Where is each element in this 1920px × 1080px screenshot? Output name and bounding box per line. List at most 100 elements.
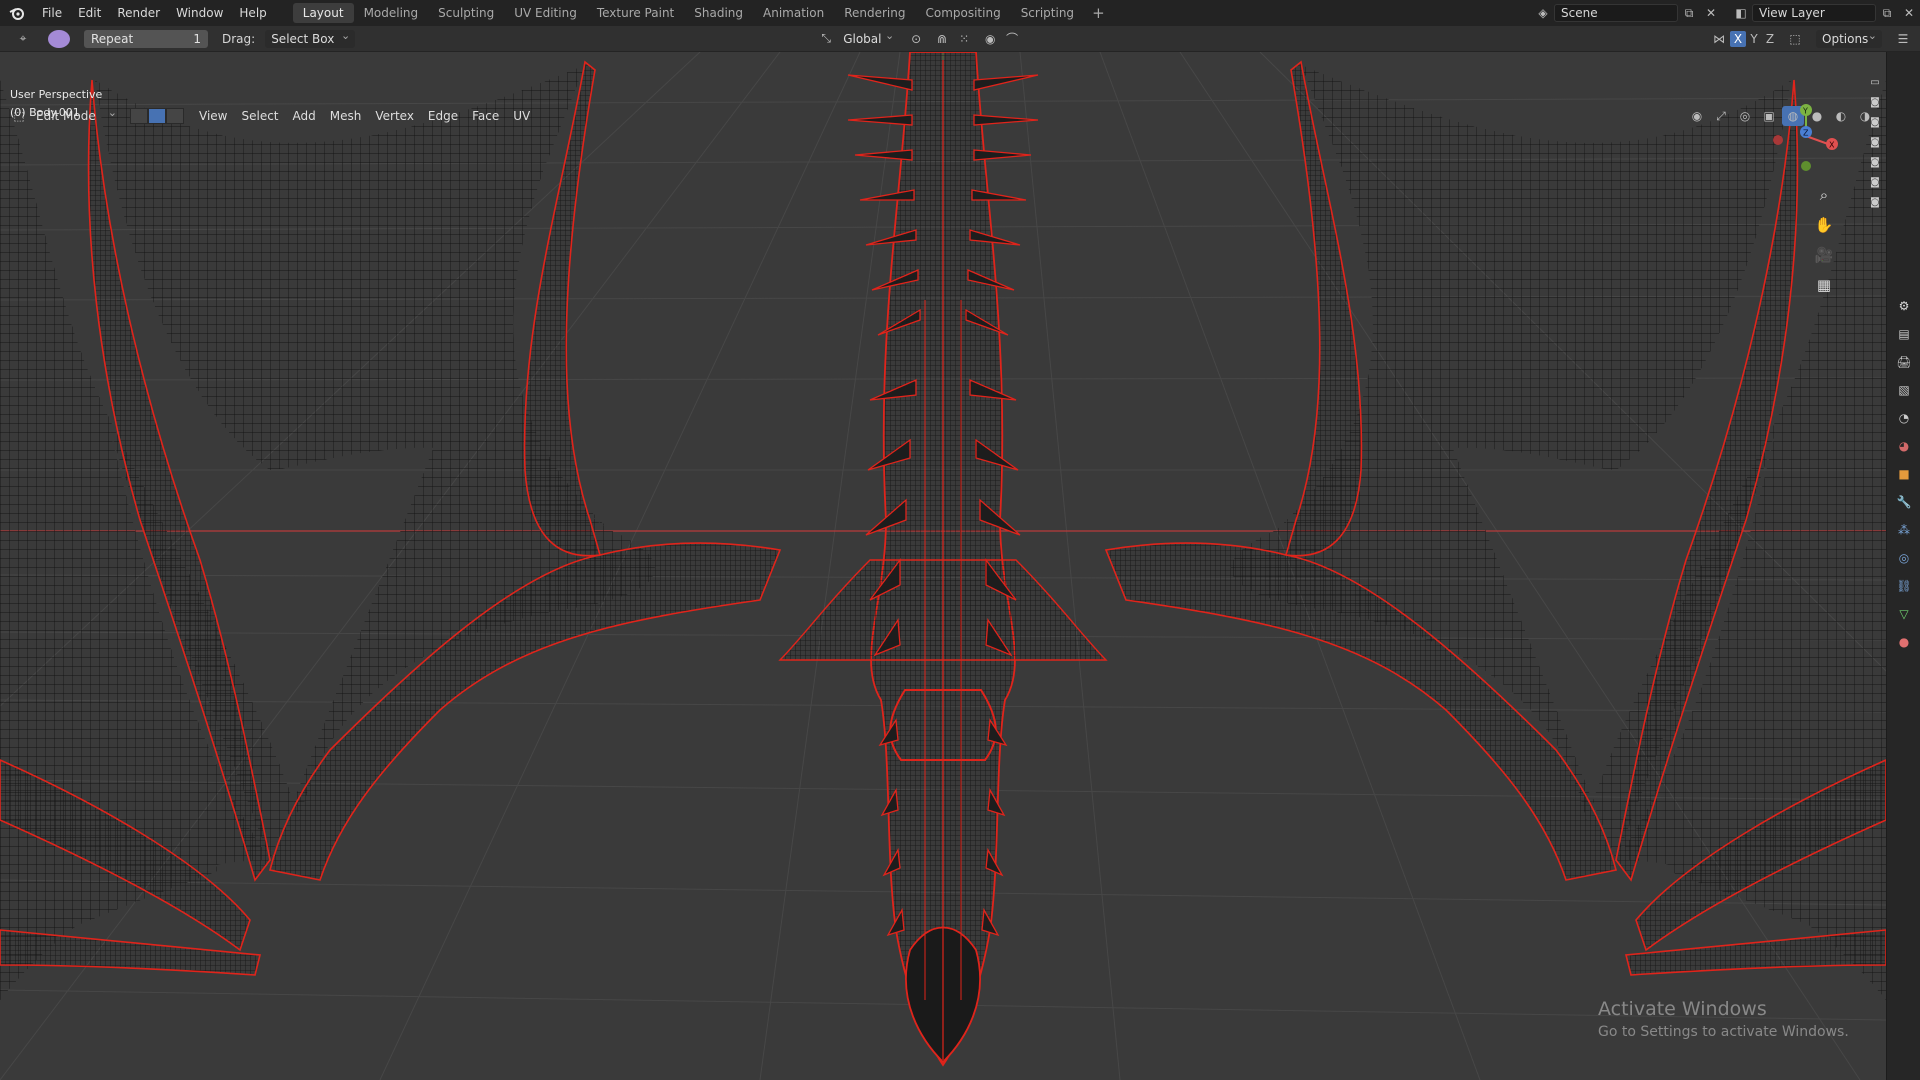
pan-hand-icon[interactable]: ✋ [1810, 212, 1838, 238]
tab-texture-paint[interactable]: Texture Paint [587, 3, 684, 23]
axis-x-toggle[interactable]: X [1730, 30, 1746, 47]
tab-rendering[interactable]: Rendering [834, 3, 915, 23]
edge-select-icon[interactable] [148, 108, 166, 124]
gizmo-neg-y[interactable] [1801, 161, 1811, 171]
3d-viewport[interactable]: ⬚ Edit Mode View Select Add Mesh Vertex … [0, 52, 1886, 1080]
visibility-icon[interactable]: ◉ [1686, 106, 1708, 126]
tab-uv-editing[interactable]: UV Editing [504, 3, 587, 23]
properties-tab-strip: ⚙ ▤ 🖨 ▧ ◔ ◕ ■ 🔧 ⁂ ◎ ⛓ ▽ ● [1886, 52, 1920, 1080]
constraint-properties-icon[interactable]: ⛓ [1887, 572, 1920, 600]
repeat-label: Repeat [91, 31, 134, 46]
view-layer-properties-icon[interactable]: ▧ [1887, 376, 1920, 404]
menu-help[interactable]: Help [231, 0, 274, 26]
camera-view-icon[interactable]: 🎥 [1810, 242, 1838, 268]
view-layer-selector-icon[interactable]: ◧ [1730, 3, 1752, 23]
transform-orientation-icon[interactable]: ⤡ [815, 29, 837, 49]
modifier-properties-icon[interactable]: 🔧 [1887, 488, 1920, 516]
axis-z-toggle[interactable]: Z [1762, 29, 1778, 49]
new-scene-icon[interactable]: ⧉ [1678, 3, 1700, 23]
menu-view[interactable]: View [192, 105, 234, 127]
camera-restrict-icon[interactable]: ▭ [1864, 72, 1886, 92]
menu-add[interactable]: Add [286, 105, 323, 127]
scene-selector-icon[interactable]: ◈ [1532, 3, 1554, 23]
physics-properties-icon[interactable]: ◎ [1887, 544, 1920, 572]
tab-sculpting[interactable]: Sculpting [428, 3, 504, 23]
dragon-body [778, 52, 1108, 1067]
drag-label: Drag: [222, 31, 256, 46]
pivot-point-icon[interactable]: ⊙ [905, 29, 927, 49]
menu-uv[interactable]: UV [506, 105, 537, 127]
menu-vertex[interactable]: Vertex [368, 105, 421, 127]
tab-compositing[interactable]: Compositing [915, 3, 1010, 23]
outliner-toggle-icon[interactable]: ☰ [1892, 29, 1914, 49]
add-workspace-button[interactable]: + [1084, 4, 1113, 22]
auto-merge-icon[interactable]: ⬚ [1784, 29, 1806, 49]
falloff-icon[interactable]: ⌒ [1001, 29, 1023, 49]
overlay-toggle-icon[interactable]: ◎ [1734, 106, 1756, 126]
render-visibility-icon-2[interactable]: ◙ [1864, 112, 1886, 132]
object-properties-icon[interactable]: ■ [1887, 460, 1920, 488]
editor-type-icon[interactable]: ⌖ [8, 29, 38, 49]
render-visibility-icon-1[interactable]: ◙ [1864, 92, 1886, 112]
face-select-icon[interactable] [166, 108, 184, 124]
navigation-gizmo[interactable]: Y X Z [1758, 86, 1838, 176]
tab-scripting[interactable]: Scripting [1011, 3, 1084, 23]
output-properties-icon[interactable]: 🖨 [1887, 348, 1920, 376]
render-visibility-icon-3[interactable]: ◙ [1864, 132, 1886, 152]
repeat-button[interactable]: Repeat 1 [84, 29, 208, 48]
zoom-icon[interactable]: ⌕ [1810, 182, 1838, 208]
scene-controls: ◈ Scene ⧉ ✕ ◧ View Layer ⧉ ✕ [1532, 0, 1920, 26]
watermark-title: Activate Windows [1598, 998, 1767, 1020]
menu-edit[interactable]: Edit [70, 0, 109, 26]
viewport-header: ⬚ Edit Mode View Select Add Mesh Vertex … [0, 104, 1886, 128]
render-visibility-icon-6[interactable]: ◙ [1864, 192, 1886, 212]
axis-y-toggle[interactable]: Y [1746, 29, 1762, 49]
orientation-dropdown[interactable]: Global [837, 27, 899, 48]
drag-dropdown[interactable]: Select Box [265, 27, 356, 48]
delete-view-layer-icon[interactable]: ✕ [1898, 3, 1920, 23]
tab-layout[interactable]: Layout [292, 3, 354, 23]
gizmo-z-label: Z [1803, 129, 1809, 138]
menu-window[interactable]: Window [168, 0, 231, 26]
options-dropdown[interactable]: Options [1816, 27, 1882, 48]
menu-mesh[interactable]: Mesh [323, 105, 369, 127]
view-layer-field[interactable]: View Layer [1752, 4, 1876, 22]
particle-properties-icon[interactable]: ⁂ [1887, 516, 1920, 544]
gizmo-y-label: Y [1802, 107, 1808, 116]
top-menu-bar: File Edit Render Window Help Layout Mode… [0, 0, 1920, 26]
tab-animation[interactable]: Animation [753, 3, 834, 23]
render-visibility-icon-5[interactable]: ◙ [1864, 172, 1886, 192]
viewport-info: User Perspective (0) Body.001 [10, 86, 102, 122]
tool-settings-bar: ⌖ Repeat 1 Drag: Select Box ⤡ Global ⊙ ⋒… [0, 26, 1920, 52]
tool-properties-icon[interactable]: ⚙ [1887, 292, 1920, 320]
blender-logo-icon[interactable] [0, 0, 34, 26]
new-view-layer-icon[interactable]: ⧉ [1876, 3, 1898, 23]
perspective-toggle-icon[interactable]: ▦ [1810, 272, 1838, 298]
delete-scene-icon[interactable]: ✕ [1700, 3, 1722, 23]
tab-shading[interactable]: Shading [684, 3, 753, 23]
gizmo-toggle-icon[interactable]: ⤢ [1710, 106, 1732, 126]
gizmo-neg-x[interactable] [1773, 135, 1783, 145]
menu-edge[interactable]: Edge [421, 105, 465, 127]
mesh-symmetry-icon[interactable]: ⋈ [1708, 29, 1730, 49]
active-tool-icon[interactable] [48, 29, 70, 48]
render-properties-icon[interactable]: ▤ [1887, 320, 1920, 348]
perspective-label: User Perspective [10, 88, 103, 101]
menu-select[interactable]: Select [234, 105, 285, 127]
menu-render[interactable]: Render [109, 0, 168, 26]
material-properties-icon[interactable]: ● [1887, 628, 1920, 656]
render-visibility-icon-4[interactable]: ◙ [1864, 152, 1886, 172]
tab-modeling[interactable]: Modeling [354, 3, 429, 23]
scene-properties-icon[interactable]: ◔ [1887, 404, 1920, 432]
scene-name-field[interactable]: Scene [1554, 4, 1678, 22]
snap-toggle-icon[interactable]: ⋒ [931, 29, 953, 49]
menu-file[interactable]: File [34, 0, 70, 26]
vertex-select-icon[interactable] [130, 108, 148, 124]
proportional-edit-icon[interactable]: ◉ [979, 29, 1001, 49]
snap-element-icon[interactable]: ⁙ [953, 29, 975, 49]
watermark-subtitle: Go to Settings to activate Windows. [1598, 1024, 1849, 1040]
world-properties-icon[interactable]: ◕ [1887, 432, 1920, 460]
menu-face[interactable]: Face [465, 105, 506, 127]
data-properties-icon[interactable]: ▽ [1887, 600, 1920, 628]
activate-windows-watermark: Activate Windows Go to Settings to activ… [1598, 998, 1849, 1040]
